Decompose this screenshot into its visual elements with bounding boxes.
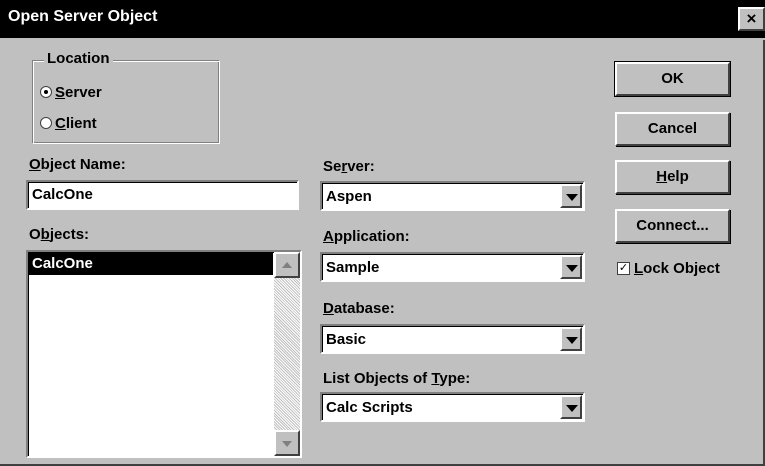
object-name-label: Object Name: bbox=[29, 156, 126, 173]
radio-client-label: lient bbox=[65, 114, 97, 132]
chevron-down-icon[interactable] bbox=[560, 184, 582, 208]
object-type-select-value: Calc Scripts bbox=[326, 399, 413, 416]
server-select[interactable]: Aspen bbox=[320, 181, 585, 211]
chevron-down-icon[interactable] bbox=[560, 327, 582, 351]
database-label: Database: bbox=[323, 300, 395, 317]
cancel-button[interactable]: Cancel bbox=[615, 112, 730, 146]
radio-server-label: erver bbox=[65, 83, 102, 101]
database-select[interactable]: Basic bbox=[320, 324, 585, 354]
object-name-label-rest: bject Name: bbox=[40, 156, 126, 173]
objects-label: Objects: bbox=[29, 226, 89, 243]
chevron-down-icon[interactable] bbox=[560, 395, 582, 419]
lock-object-label: ock Object bbox=[643, 260, 720, 277]
lock-object-label-key: L bbox=[634, 260, 644, 277]
help-button[interactable]: Help bbox=[615, 160, 730, 194]
application-label: Application: bbox=[323, 228, 410, 245]
arrow-up-icon[interactable] bbox=[274, 252, 300, 278]
object-type-label-prefix: List Objects of bbox=[323, 370, 432, 387]
objects-label-key: b bbox=[40, 226, 50, 243]
server-label: Server: bbox=[323, 158, 375, 175]
help-button-rest: elp bbox=[667, 168, 689, 185]
object-type-select[interactable]: Calc Scripts bbox=[320, 392, 585, 422]
radio-server-key: S bbox=[55, 83, 66, 101]
radio-client-key: C bbox=[55, 114, 66, 132]
vertical-scrollbar[interactable] bbox=[274, 252, 300, 456]
radio-client-indicator[interactable] bbox=[40, 117, 52, 129]
object-name-label-key: O bbox=[29, 156, 41, 173]
help-button-key: H bbox=[656, 168, 668, 185]
list-item[interactable]: CalcOne bbox=[29, 253, 273, 275]
lock-object-checkbox[interactable]: ✓ bbox=[617, 262, 630, 275]
lock-object-checkbox-row[interactable]: ✓ Lock Object bbox=[617, 260, 720, 277]
ok-button[interactable]: OK bbox=[614, 61, 731, 97]
open-server-object-dialog: Open Server Object × Location Server Cli… bbox=[0, 0, 765, 466]
application-select-value: Sample bbox=[326, 259, 380, 276]
arrow-down-icon[interactable] bbox=[274, 430, 300, 456]
radio-server[interactable]: Server bbox=[40, 82, 102, 102]
objects-listbox[interactable]: CalcOne bbox=[26, 250, 302, 458]
server-label-rest: ver: bbox=[347, 158, 375, 175]
connect-button[interactable]: Connect... bbox=[615, 209, 730, 243]
database-select-value: Basic bbox=[326, 331, 367, 348]
location-legend: Location bbox=[44, 50, 113, 67]
object-name-input[interactable]: CalcOne bbox=[26, 180, 299, 210]
chevron-down-icon[interactable] bbox=[560, 255, 582, 279]
object-type-label: List Objects of Type: bbox=[323, 370, 470, 387]
dialog-title: Open Server Object bbox=[8, 8, 158, 25]
application-label-rest: pplication: bbox=[333, 228, 410, 245]
radio-client[interactable]: Client bbox=[40, 113, 97, 133]
application-select[interactable]: Sample bbox=[320, 252, 585, 282]
radio-server-indicator[interactable] bbox=[40, 86, 52, 98]
objects-label-rest: jects: bbox=[49, 226, 90, 243]
application-label-key: A bbox=[323, 228, 334, 245]
server-select-value: Aspen bbox=[326, 188, 372, 205]
close-icon[interactable]: × bbox=[738, 7, 765, 31]
object-type-label-rest: ype: bbox=[439, 370, 471, 387]
database-label-rest: atabase: bbox=[333, 300, 395, 317]
database-label-key: D bbox=[323, 300, 334, 317]
title-bar[interactable]: Open Server Object × bbox=[0, 0, 765, 40]
objects-label-prefix: O bbox=[29, 226, 41, 243]
server-label-prefix: Se bbox=[323, 158, 342, 175]
